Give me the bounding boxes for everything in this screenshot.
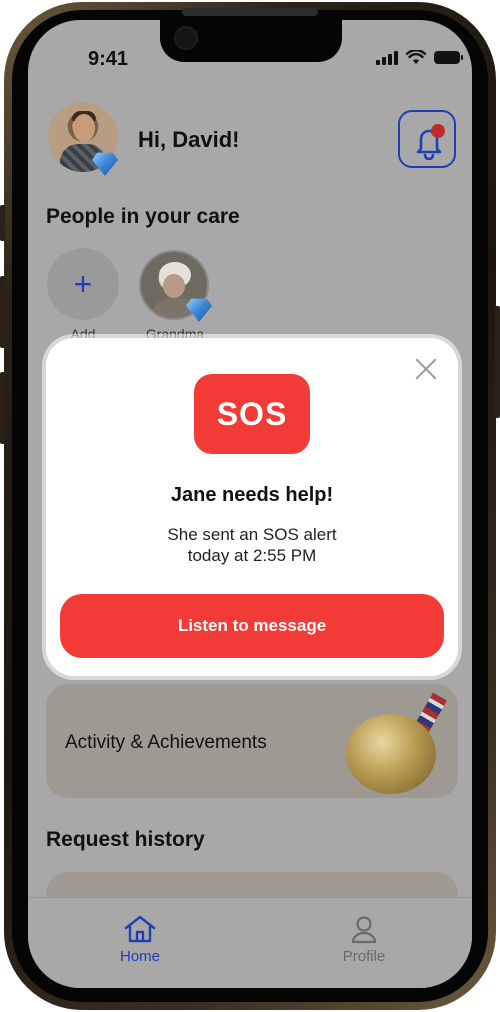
activity-card[interactable]: Activity & Achievements	[46, 684, 458, 798]
modal-description: She sent an SOS alert today at 2:55 PM	[106, 524, 398, 566]
sos-badge: SOS	[194, 374, 310, 454]
side-button	[0, 372, 5, 444]
side-button	[495, 306, 500, 418]
status-icons	[376, 50, 463, 65]
activity-card-label: Activity & Achievements	[65, 732, 267, 753]
home-icon	[124, 915, 156, 943]
modal-title: Jane needs help!	[170, 484, 334, 506]
speaker-grille	[182, 8, 318, 16]
battery-icon	[434, 51, 463, 64]
tab-home[interactable]: Home	[100, 914, 180, 965]
notch	[160, 20, 342, 62]
cellular-signal-icon	[376, 50, 398, 65]
tab-profile[interactable]: Profile	[324, 914, 404, 965]
modal-description-line1: She sent an SOS alert	[167, 525, 337, 544]
profile-icon	[351, 916, 377, 944]
modal-description-line2: today at 2:55 PM	[187, 546, 317, 565]
greeting: Hi, David!	[138, 127, 240, 152]
sos-alert-modal: SOS Jane needs help! She sent an SOS ale…	[46, 338, 458, 676]
bell-icon	[416, 124, 445, 160]
tab-home-label: Home	[119, 948, 160, 965]
add-person-button[interactable]: +	[47, 248, 119, 320]
notifications-button[interactable]	[398, 110, 456, 168]
side-button	[0, 276, 5, 348]
phone-screen: 9:41 Hi, David! People in your care + Ad…	[28, 20, 472, 988]
camera	[174, 26, 198, 50]
care-section-title: People in your care	[46, 205, 240, 228]
medal-icon	[346, 692, 456, 798]
side-button	[0, 205, 5, 241]
status-time: 9:41	[88, 48, 129, 70]
tab-profile-label: Profile	[342, 948, 386, 965]
plus-icon: +	[73, 266, 93, 302]
close-icon[interactable]	[414, 357, 438, 381]
wifi-icon	[406, 50, 426, 64]
request-history-title: Request history	[46, 828, 205, 851]
tab-bar: Home Profile	[28, 897, 472, 988]
listen-to-message-button[interactable]: Listen to message	[60, 594, 444, 658]
